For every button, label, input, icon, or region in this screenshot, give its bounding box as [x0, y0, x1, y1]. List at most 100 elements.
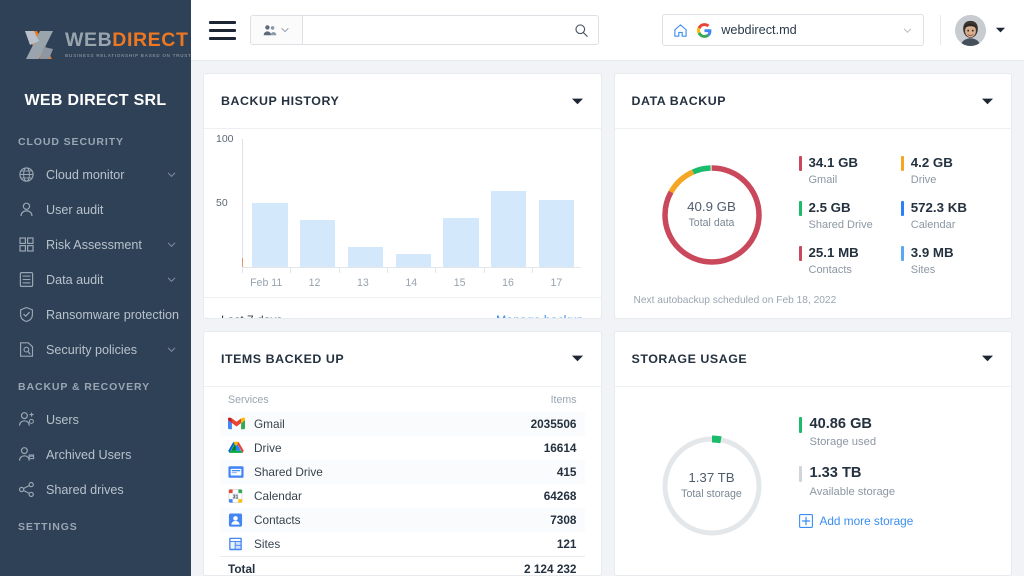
date-range-selector[interactable]: Last 7 days [221, 313, 298, 318]
google-sites-icon [228, 536, 245, 551]
stat-label: Available storage [809, 485, 896, 498]
sidebar-item-ransomware-protection[interactable]: Ransomware protection [0, 297, 191, 332]
bars-container [246, 139, 581, 267]
bar-column[interactable] [342, 139, 390, 267]
caret-down-icon [995, 27, 1006, 33]
bar-column[interactable] [437, 139, 485, 267]
data-backup-stat: 2.5 GB Shared Drive [798, 199, 893, 231]
app-root: WEBDIRECT BUSINESS RELATIONSHIP BASED ON… [0, 0, 1024, 576]
table-row[interactable]: Drive 16614 [220, 436, 585, 460]
search-filter-dropdown[interactable] [251, 16, 304, 44]
bar-column[interactable] [389, 139, 437, 267]
brand-logo[interactable]: WEBDIRECT BUSINESS RELATIONSHIP BASED ON… [0, 0, 191, 68]
card-header: BACKUP HISTORY [204, 74, 601, 129]
globe-icon [18, 166, 35, 183]
sidebar-item-shared-drives[interactable]: Shared drives [0, 472, 191, 507]
service-item-count: 64268 [543, 488, 577, 503]
donut-center-text: 40.9 GB Total data [631, 199, 793, 231]
table-row[interactable]: Gmail 2035506 [220, 411, 585, 436]
table-row[interactable]: 31 Calendar 64268 [220, 484, 585, 508]
user-icon [18, 201, 35, 218]
card-title: ITEMS BACKED UP [221, 351, 345, 366]
add-more-storage-button[interactable]: Add more storage [798, 514, 996, 528]
storage-stats-list: 40.86 GB Storage used 1.33 TB Available sto… [798, 415, 996, 498]
bar-column[interactable] [485, 139, 533, 267]
service-item-count: 7308 [550, 512, 577, 527]
header-divider [940, 15, 941, 45]
caret-down-icon [571, 355, 583, 362]
bar-column[interactable] [294, 139, 342, 267]
collapse-toggle[interactable] [571, 354, 584, 363]
total-storage-value: 1.37 TB [688, 469, 735, 485]
domain-selector[interactable]: webdirect.md [662, 14, 925, 46]
hamburger-icon[interactable] [209, 16, 237, 44]
manage-backup-link[interactable]: Manage backup [496, 313, 584, 318]
x-tick-label: Feb 11 [242, 268, 290, 289]
bar-column[interactable] [246, 139, 294, 267]
sidebar-item-label: Shared drives [46, 482, 124, 497]
table-body: Gmail 2035506 Drive 16614 Shared Drive 415 31 C… [220, 411, 585, 556]
x-tick-label: 16 [483, 268, 532, 289]
sidebar-item-label: User audit [46, 202, 104, 217]
collapse-toggle[interactable] [981, 354, 994, 363]
stat-value: 25.1 MB [808, 245, 859, 260]
service-name: Sites [254, 536, 281, 551]
sidebar-item-data-audit[interactable]: Data audit [0, 262, 191, 297]
search-submit-button[interactable] [564, 16, 598, 44]
x-tick-label: 13 [338, 268, 387, 289]
chevron-down-icon [281, 28, 289, 33]
stat-color-bar [798, 416, 802, 433]
sidebar-item-security-policies[interactable]: Security policies [0, 332, 191, 367]
stat-color-bar [900, 156, 904, 171]
storage-usage-stat: 1.33 TB Available storage [798, 464, 996, 498]
bar [347, 246, 384, 267]
x-tick-label: 14 [387, 268, 435, 289]
users-backup-icon [18, 411, 35, 428]
data-backup-body: 40.9 GB Total data 34.1 GB Gmail 4.2 GB Dri… [615, 129, 1012, 289]
column-services: Services [228, 393, 269, 406]
collapse-toggle[interactable] [571, 97, 584, 106]
sidebar-item-users[interactable]: Users [0, 402, 191, 437]
account-menu[interactable] [955, 14, 1006, 46]
stat-value: 572.3 KB [910, 200, 967, 215]
logo-mark-icon [25, 31, 53, 59]
caret-down-icon [981, 98, 994, 104]
bar [395, 254, 431, 267]
top-header: webdirect.md [191, 0, 1024, 61]
data-backup-stat: 34.1 GB Gmail [798, 154, 893, 186]
sidebar-item-cloud-monitor[interactable]: Cloud monitor [0, 157, 191, 192]
sidebar-item-user-audit[interactable]: User audit [0, 192, 191, 227]
card-header: DATA BACKUP [614, 74, 1011, 129]
stat-label: Sites [910, 264, 936, 276]
card-header: ITEMS BACKED UP [204, 332, 601, 387]
bar [538, 200, 575, 267]
domain-value: webdirect.md [721, 23, 797, 37]
bar-column[interactable] [533, 139, 581, 267]
sidebar-item-archived-users[interactable]: Archived Users [0, 437, 191, 472]
collapse-toggle[interactable] [981, 97, 994, 106]
table-row[interactable]: Shared Drive 415 [220, 459, 585, 484]
table-row[interactable]: Sites 121 [220, 532, 585, 556]
storage-usage-stat: 40.86 GB Storage used [798, 415, 996, 448]
table-total-row: Total 2 124 232 [220, 555, 585, 575]
chart-plot-area: 50 100 [216, 133, 581, 268]
data-backup-stat: 25.1 MB Contacts [798, 244, 893, 276]
sidebar-item-risk-assessment[interactable]: Risk Assessment [0, 227, 191, 262]
chevron-down-icon [167, 347, 176, 353]
stat-color-bar [798, 201, 802, 216]
stat-label: Drive [910, 174, 937, 186]
table-row[interactable]: Contacts 7308 [220, 507, 585, 532]
service-name: Gmail [254, 416, 285, 431]
stat-label: Contacts [808, 264, 852, 276]
y-axis [242, 139, 243, 268]
storage-usage-body: 1.37 TB Total storage 40.86 GB Storage us… [615, 387, 1012, 576]
stat-value: 3.9 MB [910, 245, 954, 260]
services-table: Services Items Gmail 2035506 Drive 16614 Sha… [204, 387, 601, 575]
database-icon [18, 271, 35, 288]
stat-label: Calendar [910, 219, 956, 231]
bar [443, 218, 479, 267]
google-contacts-icon [228, 512, 245, 527]
users-filter-icon [263, 24, 277, 35]
card-title: BACKUP HISTORY [221, 94, 340, 108]
search-input[interactable] [303, 16, 565, 44]
